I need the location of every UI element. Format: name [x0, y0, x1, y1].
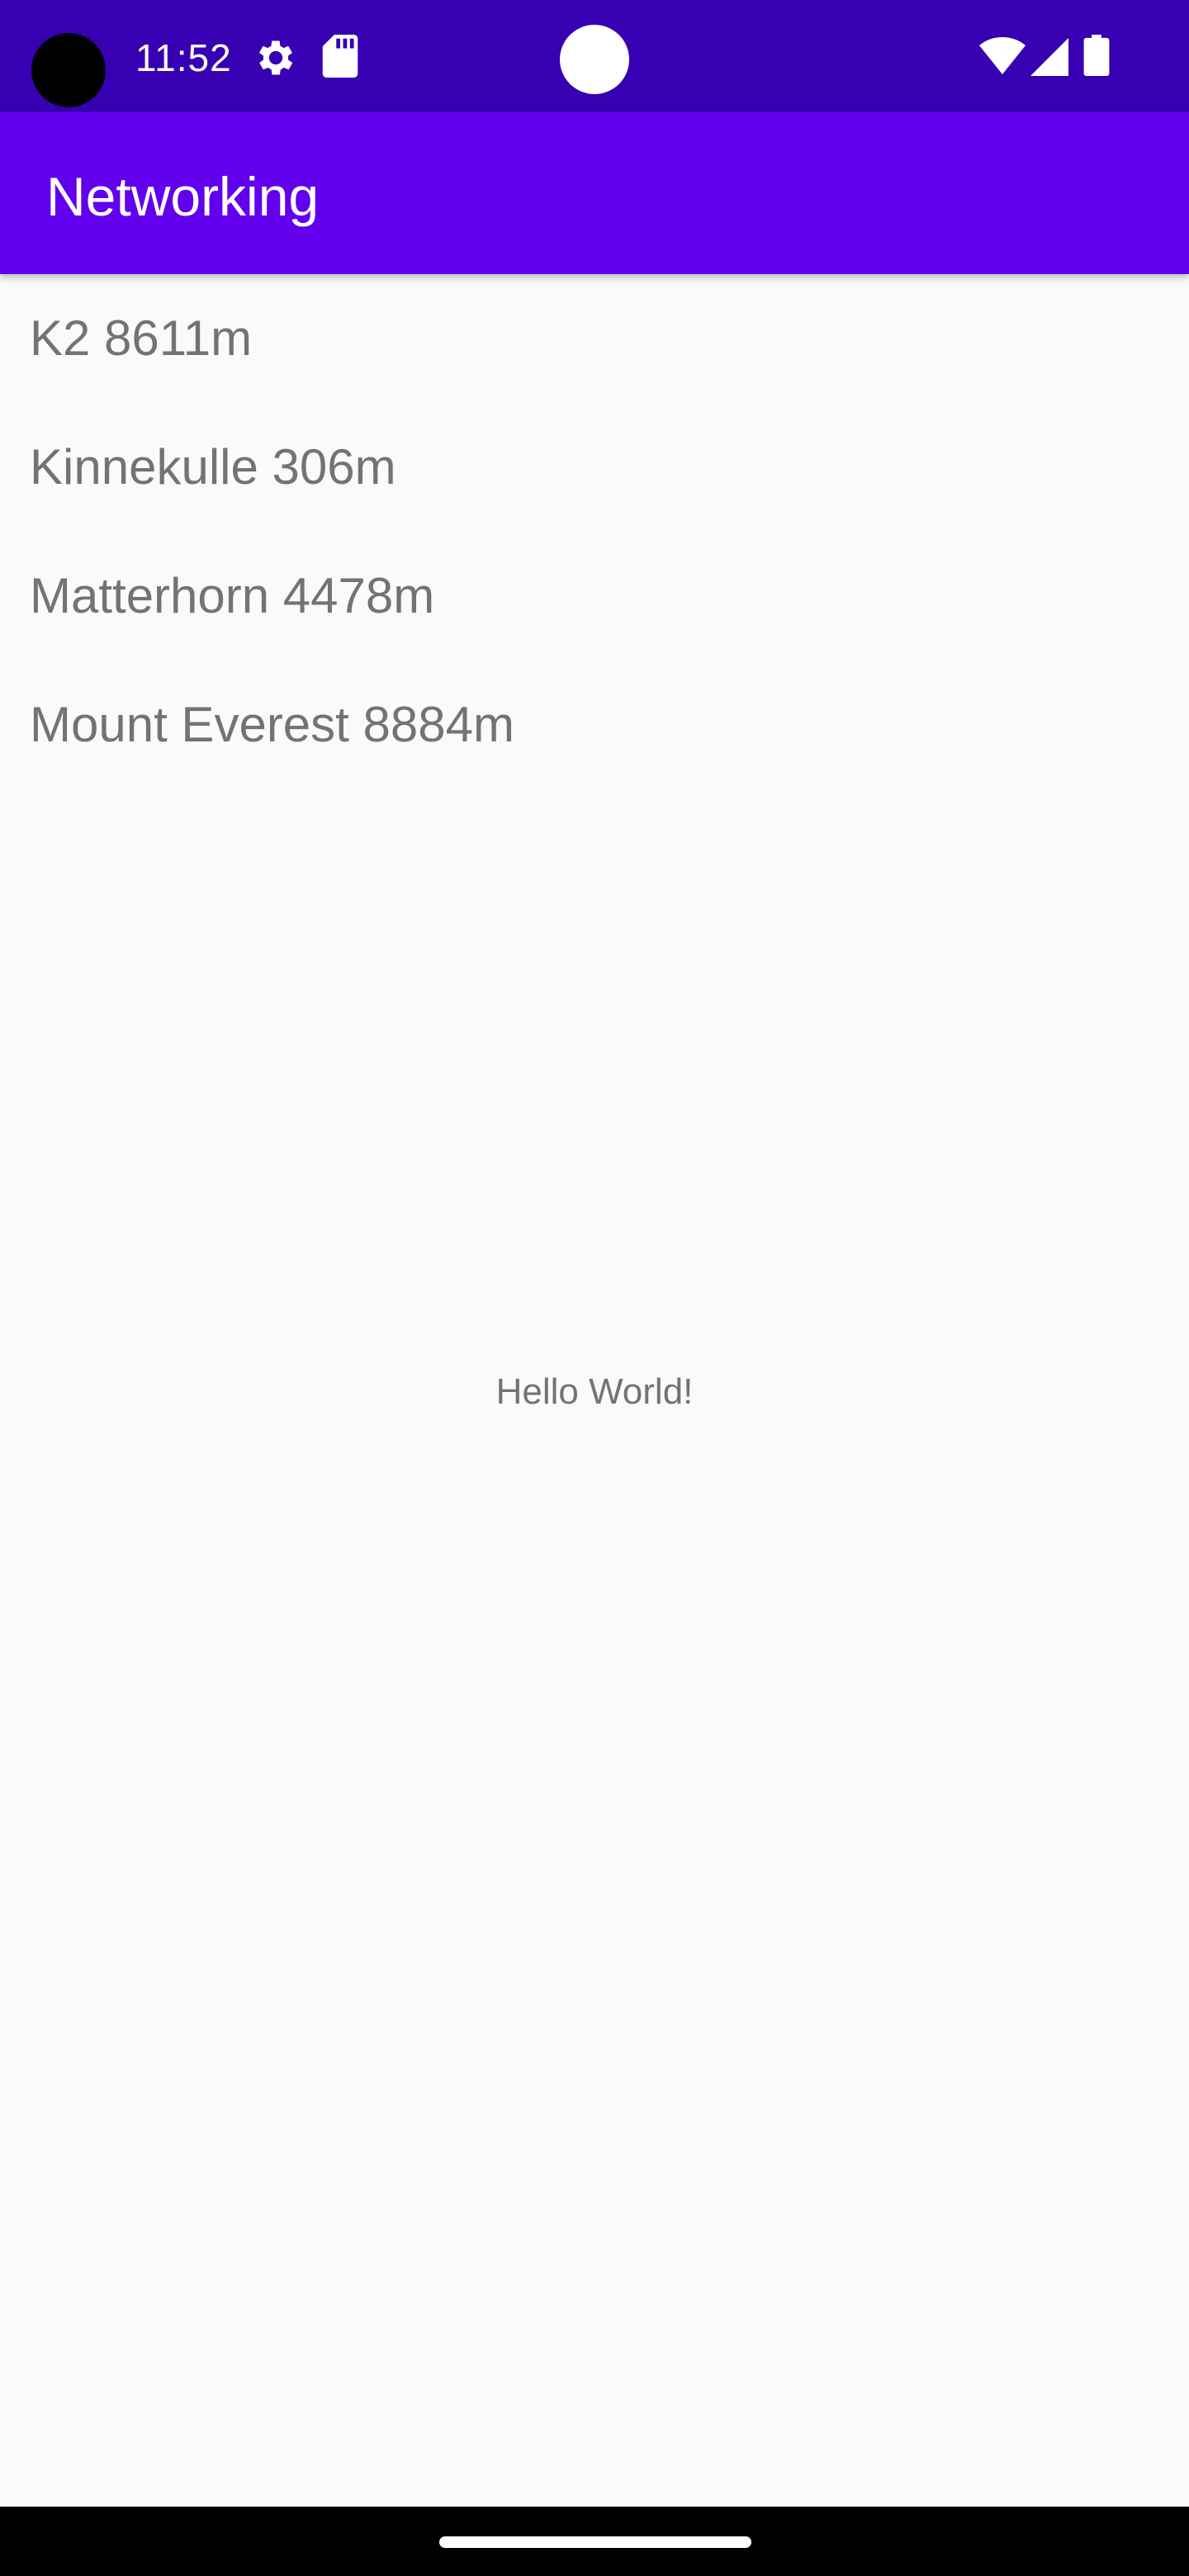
camera-cutout — [31, 33, 106, 107]
list-item[interactable]: Mount Everest 8884m — [0, 661, 1189, 789]
list-item[interactable]: Matterhorn 4478m — [0, 532, 1189, 661]
list-item[interactable]: Kinnekulle 306m — [0, 403, 1189, 532]
wifi-icon — [979, 37, 1026, 74]
status-bar: 11:52 — [0, 0, 1189, 112]
hello-text: Hello World! — [495, 1371, 694, 1412]
status-time: 11:52 — [135, 36, 232, 79]
list-item[interactable]: K2 8611m — [0, 274, 1189, 403]
mountain-list[interactable]: K2 8611m Kinnekulle 306m Matterhorn 4478… — [0, 274, 1189, 789]
signal-icon — [1030, 38, 1068, 76]
settings-icon — [258, 40, 293, 75]
app-title: Networking — [46, 166, 320, 227]
status-center-dot — [560, 25, 629, 94]
battery-icon — [1083, 35, 1110, 76]
navigation-bar — [0, 2507, 1189, 2576]
home-gesture-handle[interactable] — [439, 2536, 751, 2548]
app-bar: Networking — [0, 112, 1189, 274]
sd-card-icon — [322, 35, 358, 78]
